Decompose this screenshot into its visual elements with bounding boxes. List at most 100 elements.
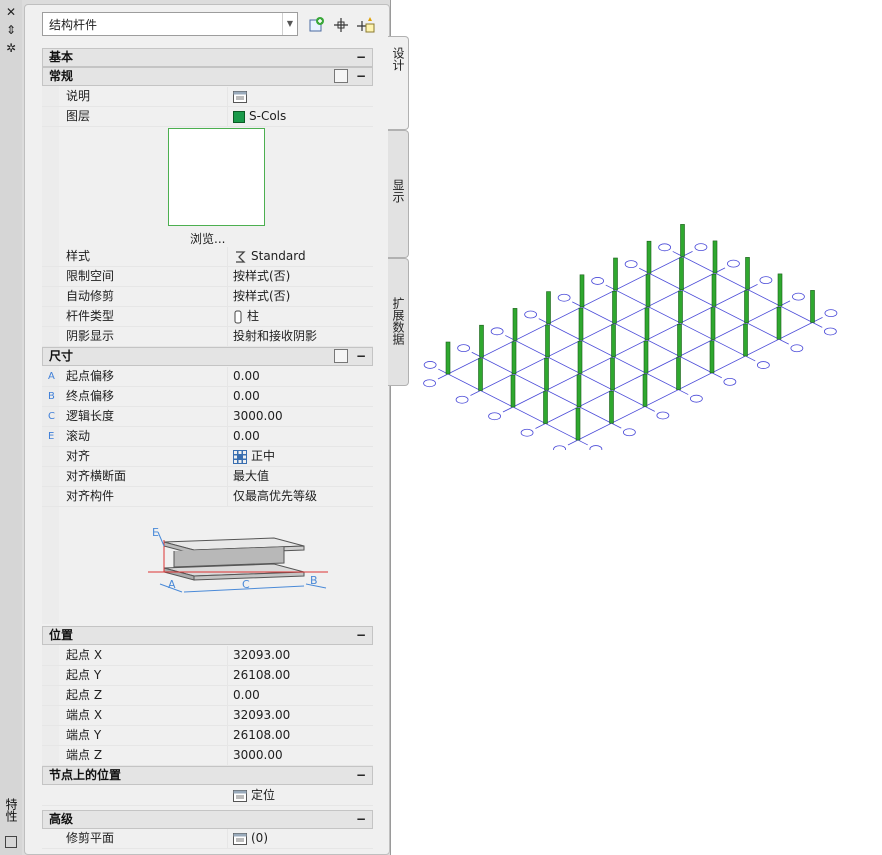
structural-column[interactable] [445, 341, 451, 375]
row-roll[interactable]: E 滚动 0.00 [42, 427, 373, 447]
node-location-value: 定位 [251, 788, 276, 802]
row-start-x[interactable]: 起点 X 32093.00 [42, 646, 373, 666]
structural-column[interactable] [776, 306, 782, 340]
structural-column[interactable] [579, 274, 585, 308]
structural-column[interactable] [577, 341, 583, 374]
row-justify-members[interactable]: 对齐构件 仅最高优先等级 [42, 487, 373, 507]
structural-column[interactable] [710, 307, 716, 340]
row-start-offset[interactable]: A 起点偏移 0.00 [42, 367, 373, 387]
structural-column[interactable] [642, 374, 648, 407]
edit-style-icon[interactable] [334, 349, 348, 363]
justify-grid-icon [233, 449, 247, 464]
structural-column[interactable] [478, 358, 483, 391]
structural-column[interactable] [611, 324, 616, 357]
collapse-icon[interactable]: − [356, 767, 366, 784]
structural-column[interactable] [643, 340, 649, 374]
palette-title: 特性 [4, 798, 18, 822]
structural-column[interactable] [578, 307, 584, 341]
structural-column[interactable] [545, 324, 550, 358]
row-style[interactable]: 样式 Standard [42, 247, 373, 267]
structural-column[interactable] [712, 240, 718, 274]
structural-column[interactable] [777, 273, 783, 307]
structural-column[interactable] [546, 291, 551, 324]
row-layer[interactable]: 图层 S-Cols [42, 107, 373, 127]
structural-column[interactable] [610, 357, 615, 391]
row-bound-space[interactable]: 限制空间 按样式(否) [42, 267, 373, 287]
structural-column[interactable] [612, 291, 617, 324]
row-trim-planes[interactable]: 修剪平面 (0) [42, 829, 373, 849]
collapse-icon[interactable]: − [356, 811, 366, 828]
structural-column[interactable] [679, 257, 684, 290]
row-justify[interactable]: 对齐 正中 [42, 447, 373, 467]
trim-planes-edit-icon[interactable] [233, 832, 247, 845]
options-icon[interactable]: ✲ [4, 41, 18, 55]
object-type-select[interactable]: 结构杆件 ▼ [42, 12, 298, 36]
collapse-icon[interactable]: − [356, 348, 366, 365]
section-general[interactable]: 常规 − [42, 67, 373, 86]
structural-column[interactable] [743, 323, 748, 357]
structural-column[interactable] [543, 391, 548, 424]
structural-column[interactable] [644, 307, 650, 341]
structural-column[interactable] [575, 407, 581, 441]
section-node-location[interactable]: 节点上的位置 − [42, 766, 373, 785]
structural-column[interactable] [510, 374, 516, 408]
structural-column[interactable] [676, 357, 681, 390]
quick-select-icon[interactable] [307, 15, 327, 35]
collapse-icon[interactable]: − [356, 49, 366, 66]
row-auto-trim[interactable]: 自动修剪 按样式(否) [42, 287, 373, 307]
row-end-offset[interactable]: B 终点偏移 0.00 [42, 387, 373, 407]
structural-column[interactable] [680, 224, 685, 257]
structural-column[interactable] [711, 273, 717, 307]
node-location-edit-icon[interactable] [233, 789, 247, 802]
row-node-location[interactable]: 定位 [42, 786, 373, 806]
chevron-down-icon[interactable]: ▼ [282, 13, 297, 35]
structural-column[interactable] [709, 340, 715, 374]
collapse-icon[interactable]: − [356, 627, 366, 644]
structural-column[interactable] [646, 240, 652, 274]
description-label: 说明 [66, 89, 91, 103]
grid-bubble [490, 327, 504, 336]
structural-column[interactable] [479, 324, 484, 358]
palette-icon[interactable] [5, 836, 17, 848]
section-location[interactable]: 位置 − [42, 626, 373, 645]
section-dimensions[interactable]: 尺寸 − [42, 347, 373, 366]
structural-column[interactable] [678, 290, 683, 324]
row-start-y[interactable]: 起点 Y 26108.00 [42, 666, 373, 686]
row-start-z[interactable]: 起点 Z 0.00 [42, 686, 373, 706]
row-logical-length[interactable]: C 逻辑长度 3000.00 [42, 407, 373, 427]
browse-link[interactable]: 浏览... [190, 230, 225, 247]
row-shadow[interactable]: 阴影显示 投射和接收阴影 [42, 327, 373, 347]
row-end-z[interactable]: 端点 Z 3000.00 [42, 746, 373, 766]
select-objects-icon[interactable] [331, 15, 351, 35]
structural-column[interactable] [744, 290, 749, 323]
row-member-type[interactable]: 杆件类型 柱 [42, 307, 373, 327]
toggle-pickadd-icon[interactable] [356, 15, 376, 35]
grid-bubble [624, 260, 638, 269]
tab-design[interactable]: 设计 [388, 36, 409, 130]
structural-column[interactable] [511, 341, 517, 374]
section-general-label: 常规 [49, 69, 74, 83]
structural-column[interactable] [810, 290, 815, 323]
structural-column[interactable] [745, 257, 750, 290]
structural-column[interactable] [544, 357, 549, 391]
drawing-viewport[interactable] [400, 140, 882, 450]
description-edit-icon[interactable] [233, 90, 247, 103]
structural-column[interactable] [512, 308, 518, 341]
structural-column[interactable] [645, 274, 651, 307]
structural-column[interactable] [677, 324, 682, 357]
row-description[interactable]: 说明 [42, 87, 373, 107]
auto-hide-icon[interactable]: ⇕ [4, 23, 18, 37]
collapse-icon[interactable]: − [356, 68, 366, 85]
section-advanced[interactable]: 高级 − [42, 810, 373, 829]
close-icon[interactable]: ✕ [4, 5, 18, 19]
grid-line [437, 251, 693, 380]
structural-column[interactable] [613, 257, 618, 291]
section-basic[interactable]: 基本 − [42, 48, 373, 67]
structural-column[interactable] [576, 374, 582, 407]
row-end-y[interactable]: 端点 Y 26108.00 [42, 726, 373, 746]
grid-bubble [723, 377, 737, 386]
structural-column[interactable] [609, 390, 614, 424]
edit-style-icon[interactable] [334, 69, 348, 83]
row-justify-section[interactable]: 对齐横断面 最大值 [42, 467, 373, 487]
row-end-x[interactable]: 端点 X 32093.00 [42, 706, 373, 726]
